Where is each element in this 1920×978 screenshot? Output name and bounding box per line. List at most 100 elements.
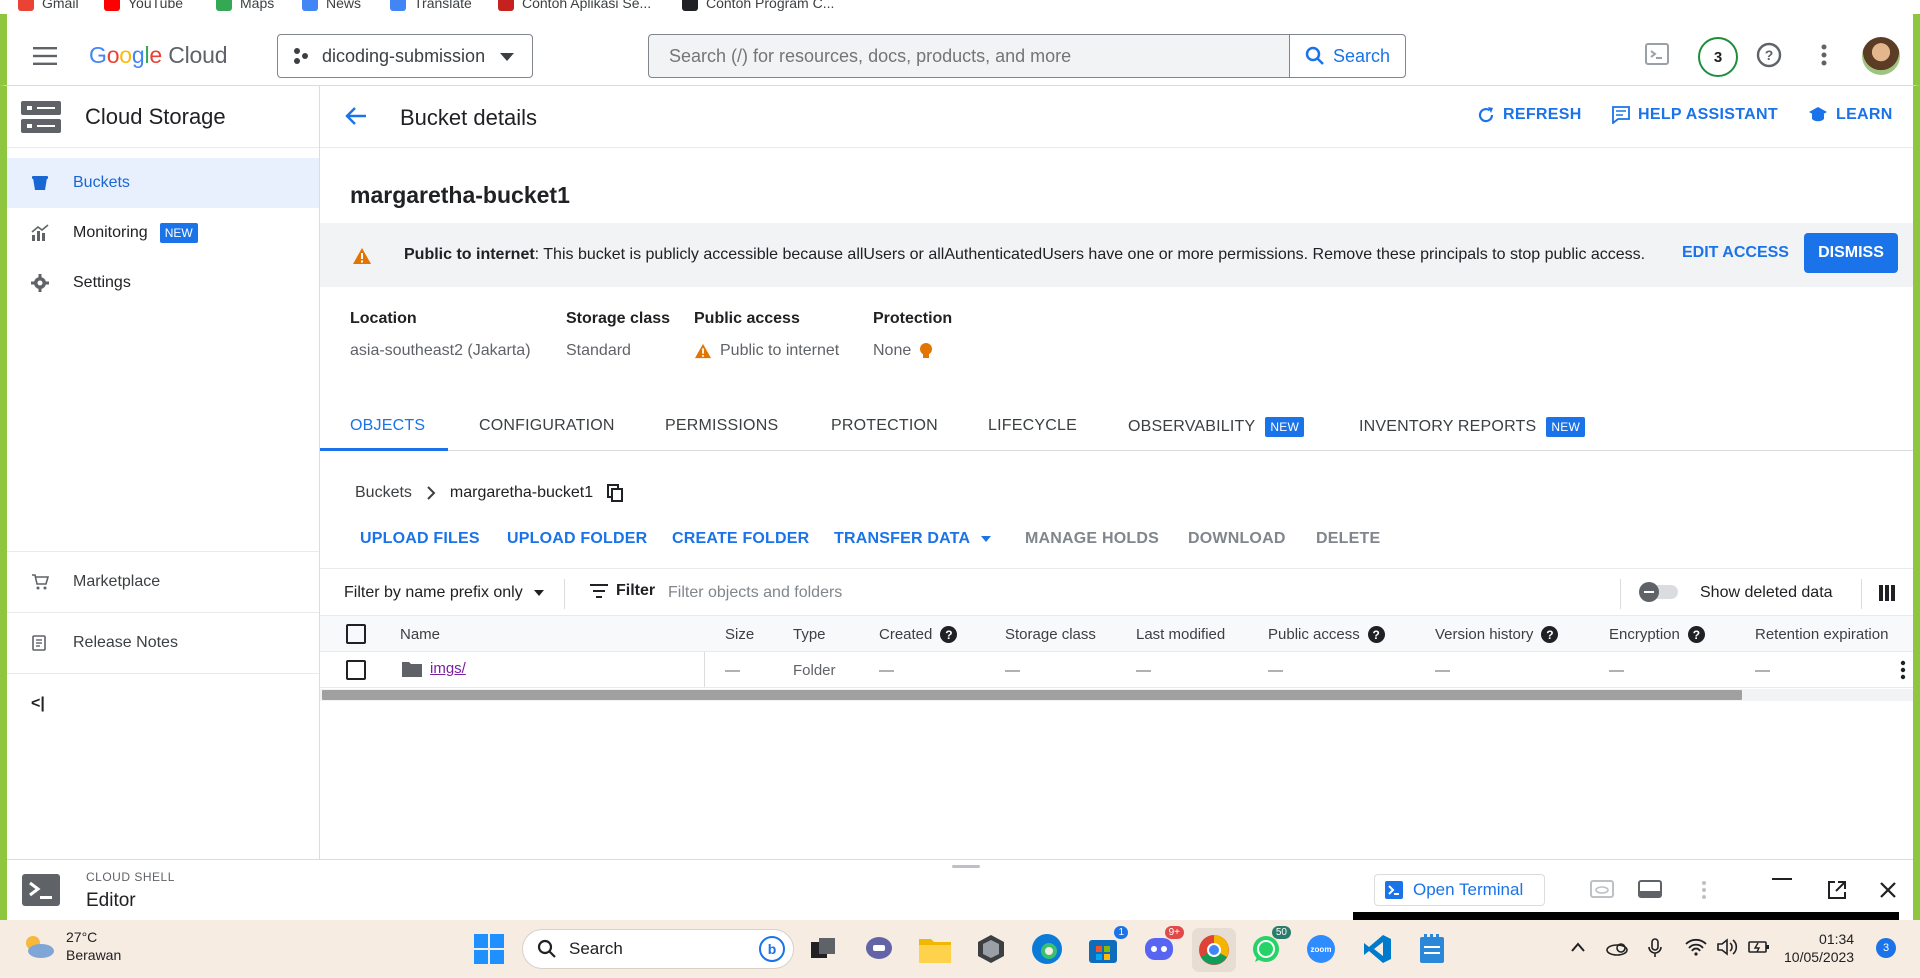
more-vert-icon[interactable] [1701, 880, 1707, 900]
help-icon[interactable]: ? [940, 626, 958, 643]
task-view-icon[interactable] [806, 932, 840, 966]
col-name[interactable]: Name [400, 626, 440, 643]
bookmark-news[interactable]: News [302, 0, 361, 11]
sidebar-item-buckets[interactable]: Buckets [7, 158, 319, 208]
table-row[interactable]: imgs/ — Folder — — — — — — — [320, 652, 1913, 688]
search-input[interactable] [649, 35, 1289, 77]
bookmark-maps[interactable]: Maps [216, 0, 274, 11]
tab-permissions[interactable]: PERMISSIONS [665, 417, 778, 435]
show-deleted-toggle[interactable] [1638, 581, 1682, 603]
row-checkbox[interactable] [346, 660, 366, 680]
menu-icon[interactable] [33, 47, 57, 65]
sidebar-item-marketplace[interactable]: Marketplace [7, 551, 319, 612]
help-icon[interactable]: ? [1687, 626, 1705, 643]
download-button[interactable]: DOWNLOAD [1188, 530, 1286, 548]
copy-icon[interactable] [607, 484, 624, 502]
microphone-icon[interactable] [1648, 938, 1662, 958]
project-selector[interactable]: dicoding-submission [277, 34, 533, 78]
open-in-new-icon[interactable] [1827, 880, 1847, 900]
wifi-icon[interactable] [1685, 938, 1707, 956]
learn-button[interactable]: LEARN [1808, 106, 1893, 124]
upload-folder-button[interactable]: UPLOAD FOLDER [507, 530, 647, 548]
horizontal-scrollbar[interactable] [320, 689, 1913, 701]
vscode-icon[interactable] [1360, 932, 1394, 966]
column-display-icon[interactable] [1879, 585, 1895, 601]
zoom-icon[interactable]: zoom [1304, 932, 1338, 966]
bookmark-youtube[interactable]: YouTube [104, 0, 183, 11]
scrollbar-thumb[interactable] [322, 690, 1742, 700]
layout-icon[interactable] [1638, 880, 1662, 898]
more-vert-icon[interactable] [1820, 43, 1828, 67]
col-type[interactable]: Type [793, 626, 826, 643]
cloud-shell-icon[interactable] [1644, 41, 1670, 67]
select-all-checkbox[interactable] [346, 624, 366, 644]
resize-handle[interactable] [952, 865, 980, 868]
teams-chat-icon[interactable] [862, 932, 896, 966]
help-assistant-button[interactable]: HELP ASSISTANT [1612, 106, 1778, 124]
avatar[interactable] [1862, 37, 1900, 75]
filter-input[interactable]: Filter objects and folders [668, 584, 842, 602]
microsoft-store-icon[interactable]: 1 [1086, 926, 1128, 966]
web-preview-icon[interactable] [1590, 880, 1614, 898]
tab-objects[interactable]: OBJECTS [350, 417, 425, 435]
tab-inventory-reports[interactable]: INVENTORY REPORTS NEW [1359, 417, 1585, 437]
col-public-access[interactable]: Public access? [1268, 626, 1385, 643]
col-retention-expiration[interactable]: Retention expiration [1755, 626, 1888, 643]
manage-holds-button[interactable]: MANAGE HOLDS [1025, 530, 1159, 548]
filter-button[interactable]: Filter [590, 582, 655, 600]
notification-badge[interactable]: 3 [1876, 938, 1896, 958]
taskbar-search[interactable]: Search b [522, 929, 794, 969]
dismiss-button[interactable]: DISMISS [1804, 233, 1898, 273]
refresh-button[interactable]: REFRESH [1477, 106, 1582, 124]
row-more-vert-icon[interactable] [1900, 660, 1906, 680]
minimize-icon[interactable] [1772, 878, 1792, 882]
open-terminal-button[interactable]: Open Terminal [1374, 874, 1545, 906]
upload-files-button[interactable]: UPLOAD FILES [360, 530, 480, 548]
breadcrumb-buckets[interactable]: Buckets [355, 484, 412, 502]
bookmark-gmail[interactable]: Gmail [18, 0, 79, 11]
help-icon[interactable]: ? [1755, 41, 1783, 69]
create-folder-button[interactable]: CREATE FOLDER [672, 530, 809, 548]
onedrive-icon[interactable] [1606, 940, 1628, 956]
system-clock[interactable]: 01:34 10/05/2023 [1784, 930, 1854, 966]
discord-icon[interactable]: 9+ [1142, 926, 1184, 966]
bookmark-contoh-aplikasi[interactable]: Contoh Aplikasi Se... [498, 0, 651, 11]
back-arrow-icon[interactable] [345, 106, 367, 126]
col-created[interactable]: Created? [879, 626, 958, 643]
col-last-modified[interactable]: Last modified [1136, 626, 1225, 643]
bookmark-translate[interactable]: Translate [390, 0, 472, 11]
col-size[interactable]: Size [725, 626, 754, 643]
object-name[interactable]: imgs/ [402, 660, 466, 677]
delete-button[interactable]: DELETE [1316, 530, 1380, 548]
lightbulb-icon[interactable] [919, 342, 933, 360]
col-version-history[interactable]: Version history? [1435, 626, 1559, 643]
tab-configuration[interactable]: CONFIGURATION [479, 417, 615, 435]
edge-icon[interactable] [1030, 932, 1064, 966]
sidebar-item-release-notes[interactable]: Release Notes [7, 612, 319, 673]
sidebar-item-settings[interactable]: Settings [7, 258, 319, 308]
battery-icon[interactable] [1748, 938, 1770, 956]
speaker-icon[interactable] [1717, 938, 1739, 956]
help-icon[interactable]: ? [1541, 626, 1559, 643]
help-icon[interactable]: ? [1367, 626, 1385, 643]
sidebar-item-monitoring[interactable]: Monitoring NEW [7, 208, 319, 258]
bing-icon[interactable]: b [759, 936, 785, 962]
chevron-up-icon[interactable] [1571, 942, 1585, 952]
file-explorer-icon[interactable] [918, 932, 952, 966]
weather-widget[interactable]: 27°C Berawan [20, 928, 121, 964]
bookmark-contoh-program[interactable]: Contoh Program C... [682, 0, 834, 11]
filter-prefix-select[interactable]: Filter by name prefix only [344, 584, 545, 602]
whatsapp-icon[interactable]: 50 [1249, 926, 1291, 966]
chrome-icon[interactable] [1192, 928, 1236, 972]
search-button[interactable]: Search [1289, 35, 1405, 77]
notepad-icon[interactable] [1415, 932, 1449, 966]
collapse-sidebar-button[interactable]: <| [7, 673, 319, 734]
edit-access-button[interactable]: EDIT ACCESS [1682, 244, 1789, 262]
tab-protection[interactable]: PROTECTION [831, 417, 938, 435]
close-icon[interactable] [1880, 882, 1896, 898]
col-encryption[interactable]: Encryption? [1609, 626, 1705, 643]
tab-observability[interactable]: OBSERVABILITY NEW [1128, 417, 1304, 437]
windows-start-icon[interactable] [472, 932, 506, 966]
google-cloud-logo[interactable]: Google Cloud [89, 42, 228, 69]
app-cube-icon[interactable] [974, 932, 1008, 966]
